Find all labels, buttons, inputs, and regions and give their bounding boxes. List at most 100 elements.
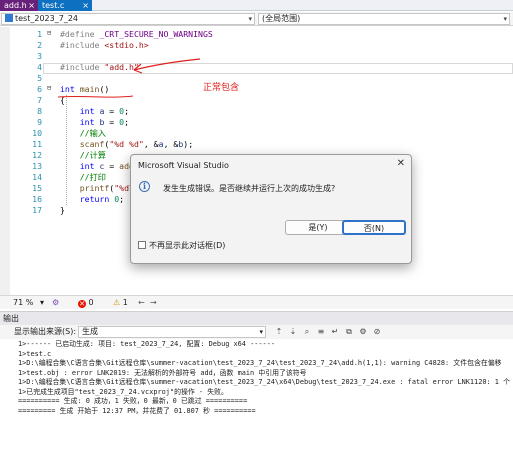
code-token: #define (60, 29, 100, 39)
health-icon[interactable]: ⚙ (52, 296, 59, 309)
dialog-title: Microsoft Visual Studio (138, 161, 229, 170)
line-number: 2 (37, 40, 42, 50)
code-text: //打印 (60, 172, 106, 183)
nav-forward-icon[interactable]: → (150, 296, 157, 309)
code-token: ); (183, 139, 194, 149)
go-to-next-icon[interactable]: ⇣ (288, 327, 298, 337)
output-title: 输出 (3, 314, 19, 323)
close-tab-icon[interactable]: × (82, 0, 89, 11)
code-token: } (60, 205, 65, 215)
code-token: ; (119, 194, 125, 204)
line-number: 16 (32, 194, 42, 204)
output-source-value: 生成 (82, 327, 98, 336)
line-number: 4 (37, 62, 42, 72)
chevron-down-icon[interactable]: ▾ (40, 296, 44, 309)
line-number: 15 (32, 183, 42, 193)
line-number: 10 (32, 128, 42, 138)
warning-count[interactable]: ⚠ 1 (113, 296, 128, 309)
editor-status-bar: 71 % ▾ ⚙ ✕ 0 ⚠ 1 ← → (0, 295, 513, 309)
settings-icon[interactable]: ⚙ (358, 327, 368, 337)
code-token: //输入 (79, 128, 106, 138)
output-source-label: 显示输出来源(S): (14, 327, 77, 336)
line-number: 1 (37, 29, 42, 39)
code-text: scanf("%d %d", &a, &b); (60, 139, 193, 150)
dialog-message: 发生生成错误。是否继续并运行上次的成功生成? (163, 184, 336, 193)
error-count[interactable]: ✕ 0 (78, 296, 94, 309)
build-error-dialog: Microsoft Visual Studio ✕ i 发生生成错误。是否继续并… (130, 154, 412, 264)
code-token: scanf (79, 139, 105, 149)
code-token: _CRT_SECURE_NO_WARNINGS (99, 29, 213, 39)
word-wrap-icon[interactable]: ↵ (330, 327, 340, 337)
output-line: 1>D:\编程合集\C语言合集\Git远程仓库\summer-vacation\… (18, 378, 510, 386)
document-tab-strip: add.h × test.c × (0, 0, 513, 11)
code-text: #include "add.h" (60, 62, 139, 73)
tab-label: test.c (42, 1, 65, 10)
close-icon[interactable]: ✕ (397, 158, 405, 169)
go-to-previous-icon[interactable]: ⇡ (274, 327, 284, 337)
code-text: #define _CRT_SECURE_NO_WARNINGS (60, 29, 213, 40)
code-token: () (99, 84, 110, 94)
code-token: "%d %d" (109, 139, 144, 149)
code-token: int (79, 161, 100, 171)
code-token: , & (143, 139, 159, 149)
output-line: 1>D:\编程合集\C语言合集\Git远程仓库\summer-vacation\… (18, 359, 502, 367)
output-text[interactable]: 1>------ 已启动生成: 项目: test_2023_7_24, 配置: … (0, 339, 513, 436)
output-panel-header: 输出 (0, 311, 513, 325)
close-output-icon[interactable]: ⊘ (372, 327, 382, 337)
tab-test-c[interactable]: test.c × (38, 0, 92, 11)
line-number: 14 (32, 172, 42, 182)
scope-dropdown[interactable]: (全局范围) ▾ (258, 13, 510, 25)
navigation-bar: test_2023_7_24 ▾ (全局范围) ▾ (0, 12, 513, 26)
code-token: { (60, 95, 65, 105)
line-number: 12 (32, 150, 42, 160)
no-button[interactable]: 否(N) (342, 220, 406, 235)
clear-all-icon[interactable]: ≡ (316, 327, 326, 337)
output-line: ========= 生成 开始于 12:37 PM，并花费了 01.807 秒 … (18, 406, 256, 415)
code-token: ; (124, 106, 130, 116)
collapse-icon[interactable]: ⊟ (47, 29, 51, 37)
code-token: ; (124, 117, 130, 127)
output-line: 1>test.obj : error LNK2019: 无法解析的外部符号 ad… (18, 368, 307, 377)
chevron-down-icon: ▾ (259, 328, 263, 336)
output-line: 1>------ 已启动生成: 项目: test_2023_7_24, 配置: … (18, 340, 275, 348)
code-text: int main() (60, 84, 109, 95)
code-text: { (60, 95, 65, 106)
code-token: "add.h" (104, 62, 139, 72)
code-token: //打印 (79, 172, 106, 182)
dont-show-again-checkbox[interactable] (138, 241, 146, 249)
code-text: //计算 (60, 150, 106, 161)
tab-add-h[interactable]: add.h × (0, 0, 38, 11)
code-text: #include <stdio.h> (60, 40, 149, 51)
chevron-down-icon: ▾ (248, 15, 252, 23)
project-dropdown[interactable]: test_2023_7_24 ▾ (1, 13, 255, 25)
chevron-down-icon: ▾ (503, 15, 507, 23)
toggle-icon[interactable]: ⧉ (344, 327, 354, 337)
annotation-note: 正常包含 (203, 83, 240, 93)
code-token: = (104, 161, 120, 171)
find-icon[interactable]: ⌕ (302, 327, 312, 337)
output-source-dropdown[interactable]: 生成 ▾ (78, 326, 266, 338)
tab-label: add.h (4, 1, 27, 10)
line-number: 8 (37, 106, 42, 116)
collapse-icon[interactable]: ⊟ (47, 84, 51, 92)
line-number: 11 (32, 139, 42, 149)
code-token: #include (60, 40, 105, 50)
output-line: 1>test.c (18, 349, 52, 358)
project-icon (5, 14, 13, 22)
project-name: test_2023_7_24 (15, 14, 78, 23)
dont-show-again-label[interactable]: 不再显示此对话框(D) (149, 240, 225, 251)
warning-icon: ⚠ (113, 298, 121, 307)
nav-back-icon[interactable]: ← (138, 296, 145, 309)
code-token: <stdio.h> (104, 40, 149, 50)
bottom-strip (0, 436, 513, 449)
info-icon: i (139, 181, 150, 192)
zoom-level[interactable]: 71 % (13, 296, 33, 309)
error-icon: ✕ (78, 300, 86, 308)
code-text: printf("%d\n (60, 183, 139, 194)
close-tab-icon[interactable]: × (28, 0, 35, 11)
code-token: return (79, 194, 115, 204)
code-token: = (104, 106, 120, 116)
code-text: int a = 0; (60, 106, 129, 117)
